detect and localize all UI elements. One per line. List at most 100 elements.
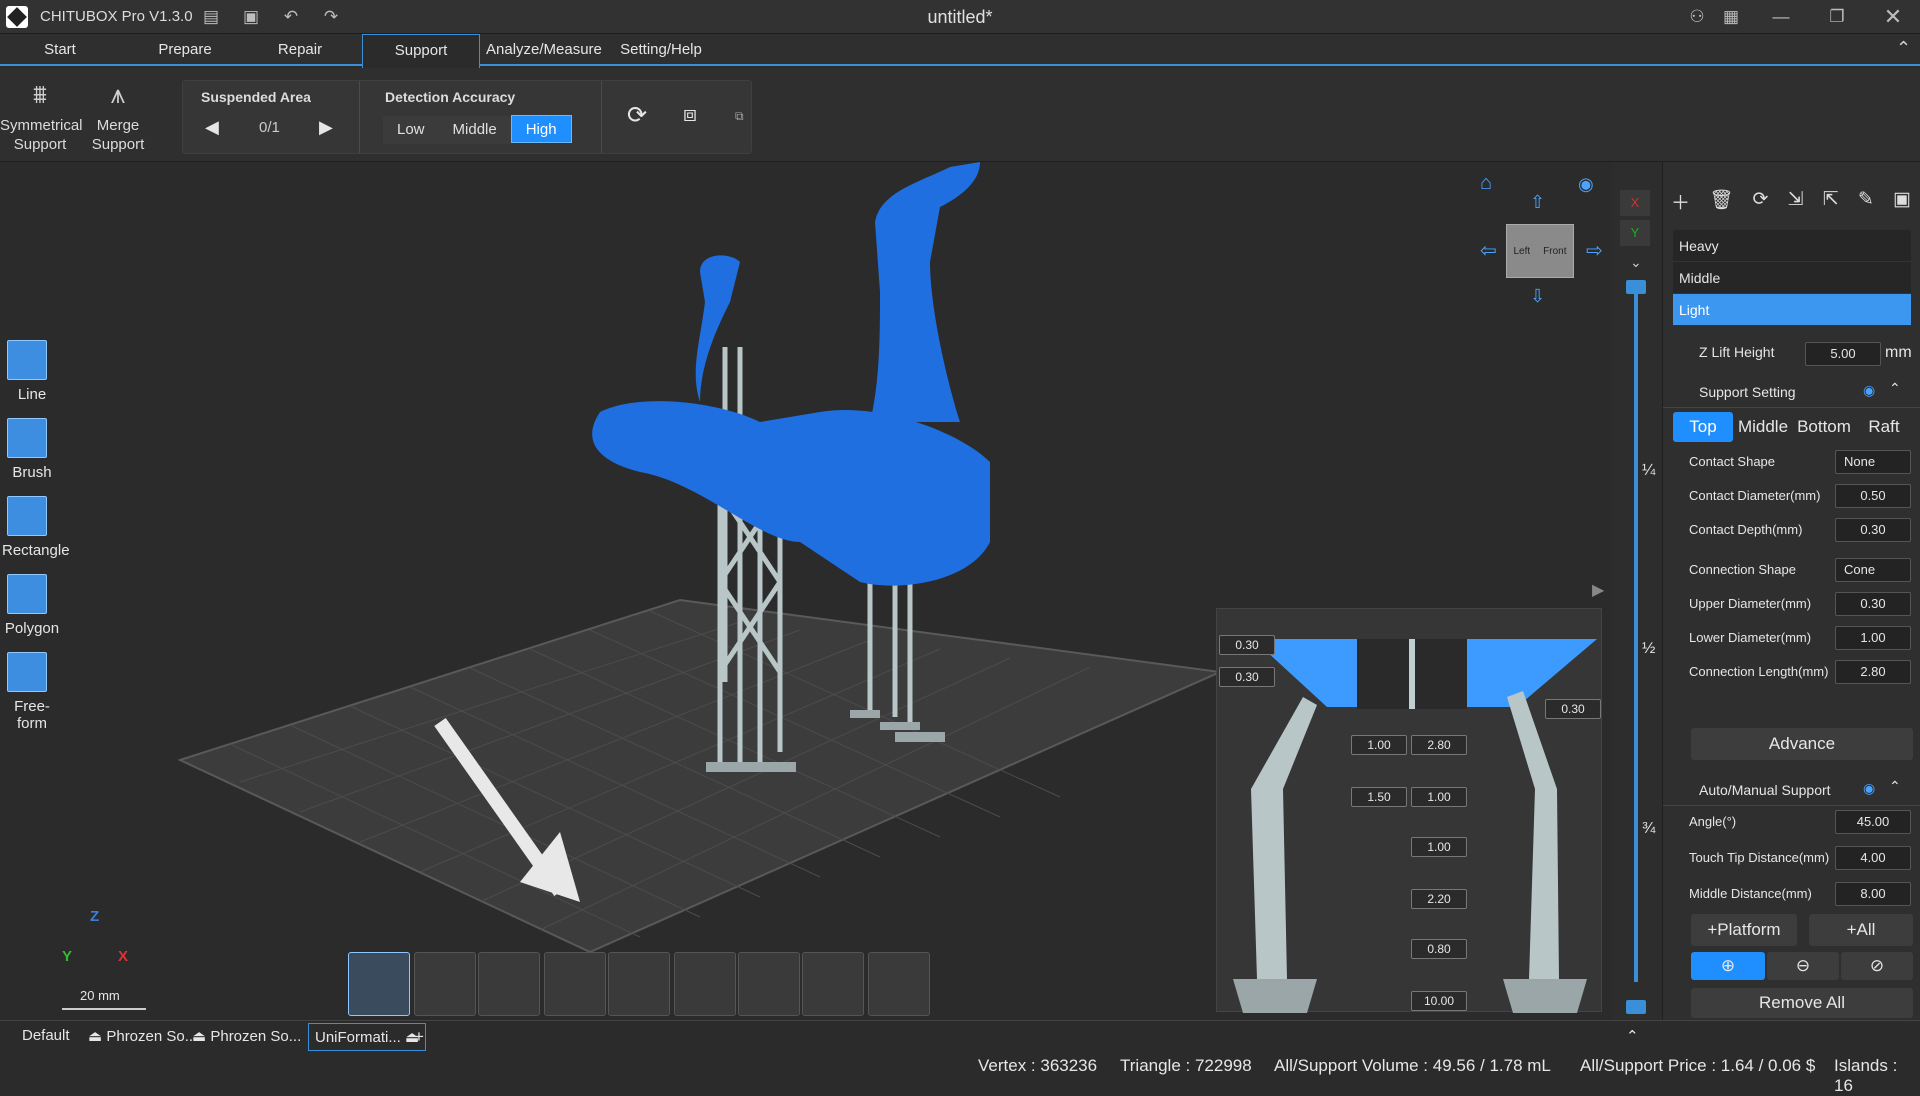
profile-tab-default[interactable]: Default [22,1027,70,1044]
accuracy-middle-button[interactable]: Middle [438,116,511,144]
support-type-3[interactable] [478,952,540,1016]
tab-repair[interactable]: Repair [260,34,340,66]
detail-value-5[interactable]: 2.80 [1411,735,1467,755]
tab-analyze-measure[interactable]: Analyze/Measure [486,34,602,66]
z-lift-input[interactable]: 5.00 [1805,342,1881,366]
tab-middle[interactable]: Middle [1733,412,1793,442]
add-support-mode-button[interactable]: ⊕ [1691,952,1765,980]
tab-bottom[interactable]: Bottom [1793,412,1855,442]
layer-slider-bottom-handle[interactable] [1626,1000,1646,1014]
support-type-5[interactable] [608,952,670,1016]
edit-icon[interactable]: ✎ [1858,188,1874,214]
detail-value-11[interactable]: 10.00 [1411,991,1467,1011]
accuracy-high-button[interactable]: High [510,115,572,143]
add-platform-button[interactable]: +Platform [1691,914,1797,946]
tab-top[interactable]: Top [1673,412,1733,442]
detail-value-4[interactable]: 1.00 [1351,735,1407,755]
freeform-tool[interactable]: Free-form [2,652,62,732]
upper-diameter-input[interactable]: 0.30 [1835,592,1911,616]
middle-distance-input[interactable]: 8.00 [1835,882,1911,906]
detail-value-7[interactable]: 1.00 [1411,787,1467,807]
minimize-icon[interactable]: — [1770,6,1792,28]
detail-value-8[interactable]: 1.00 [1411,837,1467,857]
layer-slider-track[interactable] [1634,282,1638,982]
restore-icon[interactable]: ❐ [1826,6,1848,28]
mirror-icon[interactable]: ⧈ [683,101,697,127]
preset-middle[interactable]: Middle [1673,262,1911,294]
refresh-icon[interactable]: ⟳ [627,101,647,130]
eye-icon[interactable]: ◉ [1863,780,1875,797]
line-tool[interactable]: Line [2,340,62,403]
preset-heavy[interactable]: Heavy [1673,230,1911,262]
screen-icon[interactable]: ▦ [1720,6,1742,28]
refresh-icon[interactable]: ⟳ [1753,188,1769,214]
home-view-icon[interactable]: ⌂ [1480,172,1492,195]
support-type-8[interactable] [802,952,864,1016]
chevron-down-icon[interactable]: ⌄ [1630,254,1642,271]
symmetrical-support-button[interactable]: ⩩ Symmetrical Support [0,78,83,154]
add-all-button[interactable]: +All [1809,914,1913,946]
contact-diameter-input[interactable]: 0.50 [1835,484,1911,508]
support-type-4[interactable] [544,952,606,1016]
prev-area-icon[interactable]: ◀ [205,117,219,138]
lower-diameter-input[interactable]: 1.00 [1835,626,1911,650]
contact-shape-select[interactable]: None [1835,450,1911,474]
tab-start[interactable]: Start [20,34,100,66]
collapse-ribbon-icon[interactable]: ⌃ [1896,38,1911,59]
support-type-7[interactable] [738,952,800,1016]
add-icon[interactable]: ＋ [1671,188,1690,214]
layer-slider-top-handle[interactable] [1626,280,1646,294]
chevron-up-icon[interactable]: ⌃ [1889,778,1901,795]
x-axis-button[interactable]: X [1620,190,1650,216]
edit-support-mode-button[interactable]: ⊘ [1841,952,1913,980]
eye-icon[interactable]: ◉ [1863,382,1875,399]
add-tab-icon[interactable]: + [414,1027,424,1047]
view-left-icon[interactable]: ⇦ [1480,238,1497,263]
remove-support-mode-button[interactable]: ⊖ [1767,952,1839,980]
y-axis-button[interactable]: Y [1620,220,1650,246]
profile-tab-uniformation[interactable]: UniFormati... ⏏ [308,1023,427,1051]
rectangle-tool[interactable]: Rectangle [2,496,70,559]
touch-tip-input[interactable]: 4.00 [1835,846,1911,870]
view-right-icon[interactable]: ⇨ [1586,238,1603,263]
import-icon[interactable]: ⇲ [1788,188,1804,214]
remove-all-button[interactable]: Remove All [1691,988,1913,1018]
export-icon[interactable]: ⇱ [1823,188,1839,214]
tab-raft[interactable]: Raft [1855,412,1913,442]
tab-setting-help[interactable]: Setting/Help [614,34,708,66]
connection-shape-select[interactable]: Cone [1835,558,1911,582]
collapse-detail-icon[interactable]: ▶ [1592,580,1604,600]
accuracy-low-button[interactable]: Low [383,116,439,144]
save-icon[interactable]: ▣ [1893,188,1911,214]
merge-support-button[interactable]: ⩚ Merge Support [78,78,158,154]
detail-value-3[interactable]: 0.30 [1545,699,1601,719]
support-type-2[interactable] [414,952,476,1016]
user-icon[interactable]: ⚇ [1686,6,1708,28]
support-type-1[interactable] [348,952,410,1016]
detail-value-10[interactable]: 0.80 [1411,939,1467,959]
profile-tab-phrozen-2[interactable]: ⏏ Phrozen So... [192,1027,301,1045]
detail-value-6[interactable]: 1.50 [1351,787,1407,807]
detail-value-2[interactable]: 0.30 [1219,667,1275,687]
brush-tool[interactable]: Brush [2,418,62,481]
tab-support[interactable]: Support [362,34,480,68]
visibility-icon[interactable]: ◉ [1578,174,1594,195]
detail-value-1[interactable]: 0.30 [1219,635,1275,655]
detail-value-9[interactable]: 2.20 [1411,889,1467,909]
support-type-6[interactable] [674,952,736,1016]
view-down-icon[interactable]: ⇩ [1530,286,1545,307]
expand-icon[interactable]: ⧉ [735,109,744,124]
tab-prepare[interactable]: Prepare [140,34,230,66]
view-cube[interactable]: Left Front [1506,224,1574,278]
angle-input[interactable]: 45.00 [1835,810,1911,834]
polygon-tool[interactable]: Polygon [2,574,62,637]
delete-icon[interactable]: 🗑 [1709,188,1733,214]
contact-depth-input[interactable]: 0.30 [1835,518,1911,542]
chevron-up-icon[interactable]: ⌃ [1889,380,1901,397]
preset-light[interactable]: Light [1673,294,1911,326]
support-type-9[interactable] [868,952,930,1016]
close-icon[interactable]: ✕ [1882,6,1904,28]
next-area-icon[interactable]: ▶ [319,117,333,138]
advance-button[interactable]: Advance [1691,728,1913,760]
view-up-icon[interactable]: ⇧ [1530,192,1545,213]
